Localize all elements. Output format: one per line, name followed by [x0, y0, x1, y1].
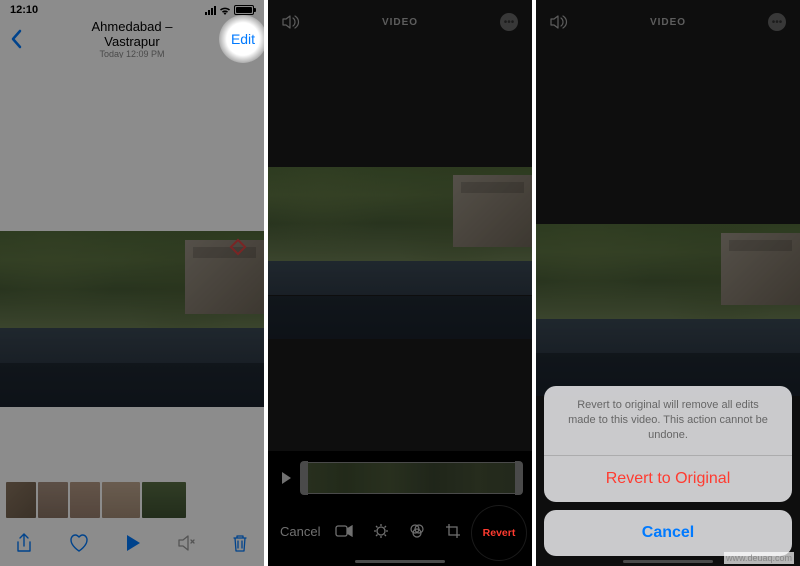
edit-button-label: Edit	[231, 31, 255, 47]
mode-label: VIDEO	[650, 17, 686, 28]
photo-viewer[interactable]	[0, 58, 264, 520]
edit-canvas[interactable]	[268, 44, 532, 451]
cellular-signal-icon	[205, 6, 216, 15]
edit-button-highlight[interactable]: Edit	[219, 15, 264, 63]
revert-button-highlight[interactable]: Revert	[472, 506, 526, 560]
action-sheet-body: Revert to original will remove all edits…	[544, 386, 792, 502]
play-icon[interactable]	[282, 472, 291, 484]
watermark: www.deuaq.com	[724, 552, 794, 564]
revert-to-original-button[interactable]: Revert to Original	[544, 456, 792, 502]
back-button[interactable]	[10, 29, 22, 49]
status-time: 12:10	[10, 4, 38, 16]
nav-title: Ahmedabad – Vastrapur Today 12:09 PM	[66, 19, 198, 59]
status-icons	[205, 5, 254, 15]
thumbnail[interactable]	[38, 482, 68, 518]
filters-tool-icon[interactable]	[409, 523, 425, 539]
screen-3-revert-sheet: VIDEO ••• Revert to original will remove…	[536, 0, 800, 566]
battery-icon	[234, 5, 254, 15]
video-frame	[0, 231, 264, 407]
action-sheet: Revert to original will remove all edits…	[544, 386, 792, 556]
favorite-icon[interactable]	[69, 534, 89, 552]
adjust-tool-icon[interactable]	[373, 523, 389, 539]
screen-2-edit-view: VIDEO ••• ( ) Cancel	[268, 0, 532, 566]
revert-button-label: Revert	[483, 527, 516, 539]
edit-top-bar: VIDEO •••	[536, 0, 800, 44]
timeline-track[interactable]	[301, 462, 522, 494]
action-sheet-cancel-button[interactable]: Cancel	[544, 510, 792, 556]
mute-icon[interactable]	[177, 535, 195, 551]
thumbnail[interactable]	[70, 482, 100, 518]
volume-icon[interactable]	[550, 15, 568, 29]
video-scrubber[interactable]: ( )	[278, 460, 522, 496]
cancel-button[interactable]: Cancel	[280, 524, 320, 539]
action-sheet-message: Revert to original will remove all edits…	[544, 386, 792, 456]
thumbnail[interactable]	[102, 482, 140, 518]
edit-top-bar: VIDEO •••	[268, 0, 532, 44]
video-frame	[536, 224, 800, 396]
thumbnail-strip[interactable]	[0, 480, 264, 520]
bottom-toolbar	[0, 520, 264, 566]
status-bar: 12:10	[0, 0, 264, 20]
share-icon[interactable]	[16, 533, 32, 553]
thumbnail[interactable]	[6, 482, 36, 518]
volume-icon[interactable]	[282, 15, 300, 29]
screen-1-photo-view: 12:10 Ahmedabad – Vastrapur Today 12:09 …	[0, 0, 264, 566]
home-indicator[interactable]	[355, 560, 445, 563]
wifi-icon	[219, 6, 231, 15]
thumbnail-selected[interactable]	[142, 482, 186, 518]
video-tool-icon[interactable]	[335, 525, 353, 537]
tutorial-three-panel: 12:10 Ahmedabad – Vastrapur Today 12:09 …	[0, 0, 800, 566]
mode-label: VIDEO	[382, 17, 418, 28]
edit-tools	[335, 523, 461, 539]
more-options-icon[interactable]: •••	[768, 13, 786, 31]
trash-icon[interactable]	[232, 534, 248, 552]
location-title: Ahmedabad – Vastrapur	[66, 19, 198, 49]
video-frame	[268, 167, 532, 339]
play-icon[interactable]	[127, 535, 140, 551]
home-indicator[interactable]	[623, 560, 713, 563]
crop-tool-icon[interactable]	[445, 523, 461, 539]
more-options-icon[interactable]: •••	[500, 13, 518, 31]
